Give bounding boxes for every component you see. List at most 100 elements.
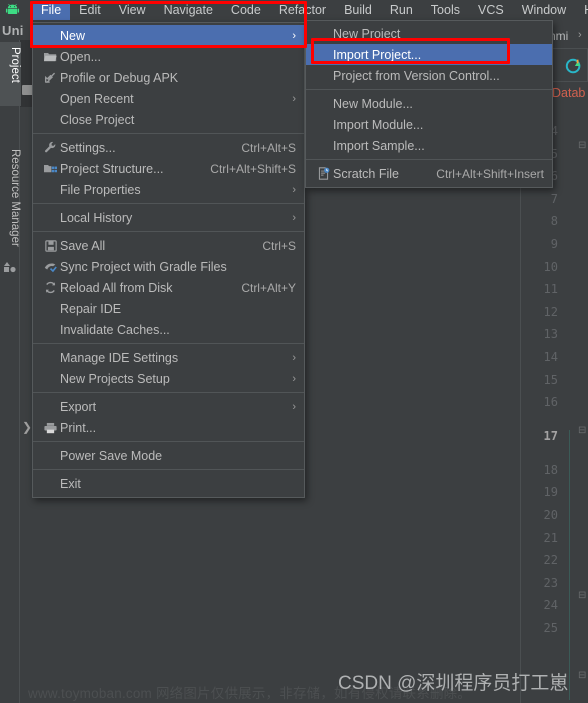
menu-item-print[interactable]: Print...	[33, 417, 304, 438]
menu-item-settings[interactable]: Settings... Ctrl+Alt+S	[33, 137, 304, 158]
fold-marker-icon[interactable]: ⊟	[578, 590, 586, 601]
menubar-item-window[interactable]: Window	[513, 1, 575, 20]
menubar-item-label: Window	[521, 2, 567, 17]
menu-item-scratch-file[interactable]: Scratch File Ctrl+Alt+Shift+Insert	[306, 163, 552, 184]
menu-item-label: Exit	[60, 476, 81, 491]
watermark-right: CSDN @深圳程序员打工崽	[338, 673, 569, 694]
menu-item-label: Scratch File	[333, 166, 399, 181]
menu-item-exit[interactable]: Exit	[33, 473, 304, 494]
menu-item-profile-or-debug-apk[interactable]: Profile or Debug APK	[33, 67, 304, 88]
project-name-label: Uni	[2, 23, 24, 38]
menubar-item-label: File	[41, 2, 62, 17]
sidebar-tab-project-label: Project	[9, 47, 21, 83]
menu-item-label: Power Save Mode	[60, 448, 163, 463]
menu-item-close-project[interactable]: Close Project	[33, 109, 304, 130]
menubar-item-view[interactable]: View	[110, 1, 155, 20]
chevron-right-icon: ›	[578, 29, 582, 41]
sidebar-tab-project[interactable]: Project	[0, 42, 21, 106]
menubar-item-vcs[interactable]: VCS	[469, 1, 513, 20]
menu-item-label: Project Structure...	[60, 161, 164, 176]
menu-item-label: Import Sample...	[333, 138, 425, 153]
menu-item-export[interactable]: Export ›	[33, 396, 304, 417]
menubar-item-refactor[interactable]: Refactor	[270, 1, 335, 20]
menu-item-sync-project-with-gradle-files[interactable]: Sync Project with Gradle Files	[33, 256, 304, 277]
menu-item-new-module[interactable]: New Module...	[306, 93, 552, 114]
menubar-item-label: Tools	[430, 2, 460, 17]
menubar-item-label: Refactor	[278, 2, 327, 17]
project-structure-icon	[41, 163, 60, 175]
menu-separator	[33, 133, 304, 134]
menubar-item-help[interactable]: Help	[575, 1, 588, 20]
menu-item-invalidate-caches[interactable]: Invalidate Caches...	[33, 319, 304, 340]
line-number: 14	[543, 349, 558, 364]
database-tab-label[interactable]: Datab	[552, 86, 585, 100]
submenu-arrow-icon: ›	[292, 400, 296, 413]
menubar-item-navigate[interactable]: Navigate	[155, 1, 222, 20]
menubar-item-tools[interactable]: Tools	[422, 1, 469, 20]
menu-item-import-module[interactable]: Import Module...	[306, 114, 552, 135]
menubar-item-label: Code	[230, 2, 261, 17]
menu-item-label: New Module...	[333, 96, 413, 111]
menu-item-import-project[interactable]: Import Project...	[306, 44, 552, 65]
menubar-item-file[interactable]: File	[32, 0, 71, 20]
menubar-item-build[interactable]: Build	[335, 1, 381, 20]
gradle-sync-icon	[41, 261, 60, 273]
line-number: 23	[543, 575, 558, 590]
menu-item-local-history[interactable]: Local History ›	[33, 207, 304, 228]
expand-chevron-icon[interactable]: ❯	[22, 420, 32, 434]
menu-item-project-from-version-control[interactable]: Project from Version Control...	[306, 65, 552, 86]
menu-item-save-all[interactable]: Save All Ctrl+S	[33, 235, 304, 256]
menu-item-label: Import Project...	[333, 47, 422, 62]
line-number: 18	[543, 462, 558, 477]
menu-item-file-properties[interactable]: File Properties ›	[33, 179, 304, 200]
line-number: 19	[543, 485, 558, 500]
reload-icon	[41, 281, 60, 294]
menu-item-new[interactable]: New ›	[33, 25, 304, 46]
file-menu-popup[interactable]: New › Open... Profile or Debug APK Open Rece…	[32, 22, 305, 498]
menu-item-label: Open Recent	[60, 91, 134, 106]
menubar-item-code[interactable]: Code	[222, 1, 270, 20]
folder-open-icon	[41, 51, 60, 63]
menu-item-manage-ide-settings[interactable]: Manage IDE Settings ›	[33, 347, 304, 368]
fold-marker-icon[interactable]: ⊟	[578, 140, 586, 151]
menu-item-shortcut: Ctrl+S	[262, 238, 296, 253]
save-icon	[41, 239, 60, 252]
menu-item-new-projects-setup[interactable]: New Projects Setup ›	[33, 368, 304, 389]
new-submenu-popup[interactable]: New Project Import Project... Project from…	[305, 20, 553, 188]
submenu-arrow-icon: ›	[292, 372, 296, 385]
menu-item-open-recent[interactable]: Open Recent ›	[33, 88, 304, 109]
menubar-item-label: Edit	[79, 2, 101, 17]
menu-item-label: Export	[60, 399, 97, 414]
menu-item-open[interactable]: Open...	[33, 46, 304, 67]
menu-item-import-sample[interactable]: Import Sample...	[306, 135, 552, 156]
line-number: 13	[543, 327, 558, 342]
menu-separator	[33, 343, 304, 344]
menu-item-label: New Projects Setup	[60, 371, 170, 386]
line-number: 20	[543, 507, 558, 522]
line-number: 22	[543, 553, 558, 568]
menubar-item-edit[interactable]: Edit	[70, 1, 110, 20]
menu-item-project-structure[interactable]: Project Structure... Ctrl+Alt+Shift+S	[33, 158, 304, 179]
menu-item-shortcut: Ctrl+Alt+Shift+Insert	[436, 166, 544, 181]
database-refresh-icon[interactable]	[565, 57, 583, 75]
menu-item-power-save-mode[interactable]: Power Save Mode	[33, 445, 304, 466]
menubar-item-run[interactable]: Run	[381, 1, 422, 20]
main-menu-bar[interactable]: File Edit View Navigate Code Refactor Build Run…	[32, 0, 588, 20]
menu-item-reload-all-from-disk[interactable]: Reload All from Disk Ctrl+Alt+Y	[33, 277, 304, 298]
menu-item-repair-ide[interactable]: Repair IDE	[33, 298, 304, 319]
line-number: 17	[543, 428, 558, 443]
line-number: 21	[543, 530, 558, 545]
menu-item-label: Import Module...	[333, 117, 424, 132]
sidebar-tab-resource-manager[interactable]: Resource Manager	[0, 145, 21, 265]
profile-debug-apk-icon	[41, 72, 60, 84]
menubar-item-label: VCS	[477, 2, 504, 17]
menu-item-label: Reload All from Disk	[60, 280, 173, 295]
fold-marker-icon[interactable]: ⊟	[578, 425, 586, 436]
menu-item-label: Project from Version Control...	[333, 68, 500, 83]
line-number: 10	[543, 259, 558, 274]
menu-item-shortcut: Ctrl+Alt+Shift+S	[210, 161, 296, 176]
submenu-arrow-icon: ›	[292, 29, 296, 42]
line-number: 24	[543, 598, 558, 613]
fold-marker-icon[interactable]: ⊟	[578, 670, 586, 681]
menu-item-new-project[interactable]: New Project	[306, 23, 552, 44]
